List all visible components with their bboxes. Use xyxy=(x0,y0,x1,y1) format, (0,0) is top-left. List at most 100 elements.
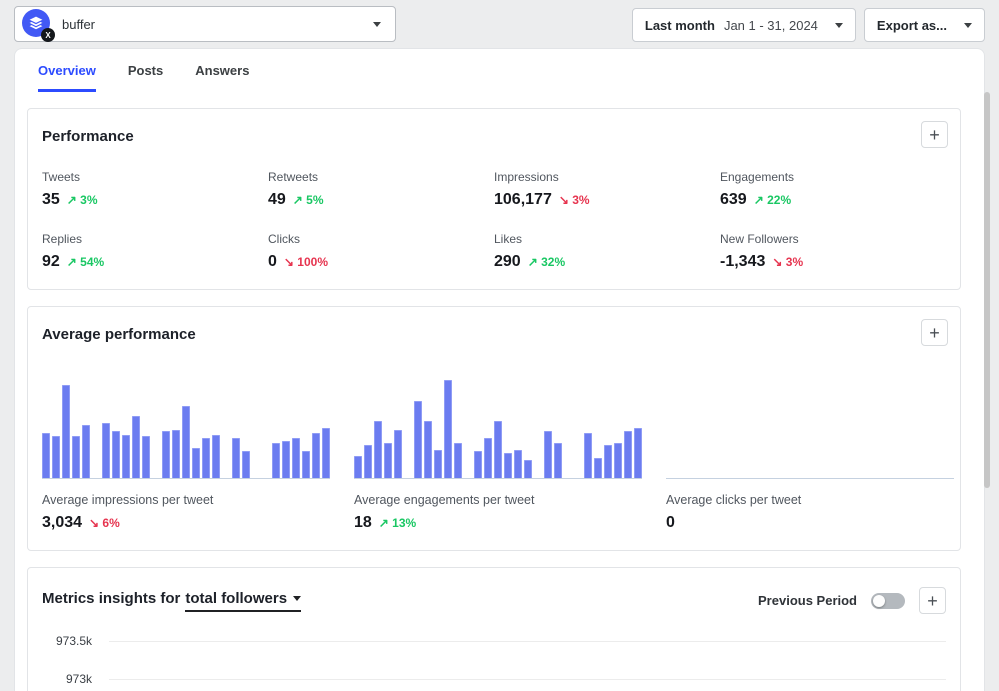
metric-replies: Replies92↗ 54% xyxy=(42,232,268,271)
bar xyxy=(494,421,502,478)
bar xyxy=(302,451,310,478)
chart-grid-row: 973k xyxy=(42,660,946,691)
y-axis-tick-label: 973k xyxy=(42,672,109,686)
metric-label: New Followers xyxy=(720,232,946,246)
bar xyxy=(62,385,70,478)
bar xyxy=(162,431,170,478)
chart-number: 0 xyxy=(666,514,675,532)
metric-number: 106,177 xyxy=(494,191,552,209)
bar xyxy=(142,436,150,478)
bar xyxy=(122,435,130,478)
topbar: X buffer Last month Jan 1 - 31, 2024 Exp… xyxy=(0,0,999,42)
y-axis-tick-label: 973.5k xyxy=(42,634,109,648)
export-button[interactable]: Export as... xyxy=(864,8,985,42)
change-percent-up: ↗ 54% xyxy=(67,255,104,269)
bar xyxy=(52,436,60,478)
metric-clicks: Clicks0↘ 100% xyxy=(268,232,494,271)
performance-card: Performance + Tweets35↗ 3%Retweets49↗ 5%… xyxy=(27,108,961,290)
chevron-down-icon xyxy=(964,23,972,28)
bar xyxy=(504,453,512,478)
previous-period-toggle[interactable] xyxy=(871,593,905,609)
bar xyxy=(354,456,362,478)
gridline xyxy=(109,679,946,680)
metric-value: 106,177↘ 3% xyxy=(494,191,720,209)
change-percent-down: ↘ 3% xyxy=(772,255,803,269)
bar xyxy=(454,443,462,478)
chevron-down-icon xyxy=(373,22,381,27)
bar xyxy=(202,438,210,478)
metric-tweets: Tweets 35↗ 3% xyxy=(42,170,268,209)
add-widget-button[interactable]: + xyxy=(921,121,948,148)
metrics-insights-header: Metrics insights for total followers Pre… xyxy=(42,582,946,614)
metric-label: Clicks xyxy=(268,232,494,246)
change-percent-up: ↗ 32% xyxy=(528,255,565,269)
average-performance-card-title: Average performance xyxy=(42,321,946,343)
chart-number: 18 xyxy=(354,514,372,532)
date-range-selector[interactable]: Last month Jan 1 - 31, 2024 xyxy=(632,8,856,42)
metrics-insights-controls: Previous Period + xyxy=(758,587,946,614)
metric-label: Replies xyxy=(42,232,268,246)
metric-number: 49 xyxy=(268,191,286,209)
change-percent-down: ↘ 100% xyxy=(284,255,328,269)
tab-posts[interactable]: Posts xyxy=(128,49,163,92)
chart-number: 3,034 xyxy=(42,514,82,532)
account-name: buffer xyxy=(62,17,95,32)
bar xyxy=(72,436,80,478)
tab-answers[interactable]: Answers xyxy=(195,49,249,92)
metric-value: -1,343↘ 3% xyxy=(720,253,946,271)
metric-value: 35↗ 3% xyxy=(42,191,268,209)
x-network-badge-icon: X xyxy=(41,28,55,42)
bar xyxy=(424,421,432,478)
metric-selector-dropdown[interactable]: total followers xyxy=(185,590,301,612)
chart-label: Average clicks per tweet xyxy=(666,493,954,507)
chevron-down-icon xyxy=(835,23,843,28)
bar xyxy=(292,438,300,478)
gridline xyxy=(109,641,946,642)
add-widget-button[interactable]: + xyxy=(919,587,946,614)
tab-overview[interactable]: Overview xyxy=(38,49,96,92)
metric-number: 290 xyxy=(494,253,521,271)
chart-column: Average impressions per tweet 3,034 ↘ 6% xyxy=(42,379,330,532)
bar xyxy=(374,421,382,478)
bar xyxy=(614,443,622,478)
change-percent-down: ↘ 6% xyxy=(89,516,120,530)
metric-retweets: Retweets49↗ 5% xyxy=(268,170,494,209)
buffer-stack-icon xyxy=(28,15,44,31)
export-label: Export as... xyxy=(877,18,947,33)
change-percent-up: ↗ 22% xyxy=(754,193,791,207)
bar xyxy=(444,380,452,478)
account-selector[interactable]: X buffer xyxy=(14,6,396,42)
metric-label: Tweets xyxy=(42,170,268,184)
bar xyxy=(584,433,592,478)
average-performance-card: Average performance + Average impression… xyxy=(27,306,961,551)
vertical-scrollbar-thumb[interactable] xyxy=(984,92,990,488)
toggle-knob-icon xyxy=(873,595,885,607)
bar xyxy=(282,441,290,478)
bar xyxy=(172,430,180,478)
bar xyxy=(554,443,562,478)
change-percent-up: ↗ 3% xyxy=(67,193,98,207)
bar xyxy=(182,406,190,478)
bar xyxy=(394,430,402,478)
date-range-label: Last month xyxy=(645,18,715,33)
chart-label: Average impressions per tweet xyxy=(42,493,330,507)
tabs: Overview Posts Answers xyxy=(15,49,984,92)
metric-number: 639 xyxy=(720,191,747,209)
chart-column: Average clicks per tweet 0 xyxy=(666,379,954,532)
add-widget-button[interactable]: + xyxy=(921,319,948,346)
bar xyxy=(474,451,482,478)
metric-label: Retweets xyxy=(268,170,494,184)
bar xyxy=(624,431,632,478)
chart-label: Average engagements per tweet xyxy=(354,493,642,507)
metric-new-followers: New Followers -1,343↘ 3% xyxy=(720,232,946,271)
date-range-value: Jan 1 - 31, 2024 xyxy=(724,18,818,33)
chart-column: Average engagements per tweet 18↗ 13% xyxy=(354,379,642,532)
bar xyxy=(82,425,90,478)
bar xyxy=(634,428,642,478)
bar xyxy=(242,451,250,478)
chart-summary-value: 18↗ 13% xyxy=(354,514,642,532)
bar xyxy=(132,416,140,478)
performance-card-title: Performance xyxy=(42,123,946,145)
bar xyxy=(384,443,392,478)
chart-summary-value: 3,034 ↘ 6% xyxy=(42,514,330,532)
